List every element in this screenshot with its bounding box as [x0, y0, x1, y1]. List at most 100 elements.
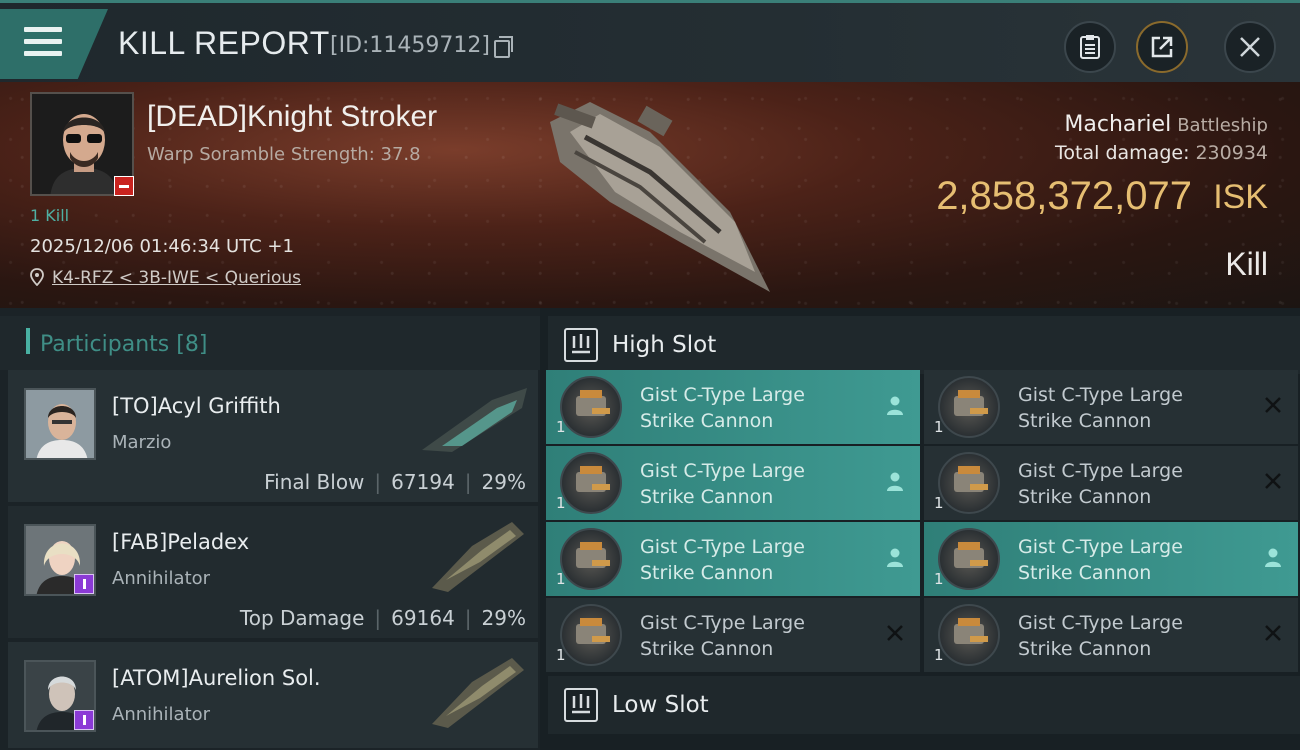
- participant-stats: Final Blow | 67194 | 29%: [264, 470, 526, 494]
- module-card[interactable]: 1 Gist C-Type Large Strike Cannon: [546, 522, 920, 596]
- ship-type: Machariel: [1064, 112, 1172, 137]
- participant-damage: 67194: [391, 470, 455, 494]
- module-card[interactable]: 1 Gist C-Type Large Strike Cannon: [924, 370, 1298, 444]
- clipboard-icon: [1080, 35, 1100, 59]
- copy-icon[interactable]: [494, 36, 513, 58]
- module-card[interactable]: 1 Gist C-Type Large Strike Cannon: [924, 522, 1298, 596]
- cannon-icon: [560, 452, 622, 514]
- participant-row[interactable]: [TO]Acyl Griffith Marzio Final Blow | 6719…: [8, 370, 538, 504]
- participant-ship-image: [422, 388, 527, 452]
- module-name: Gist C-Type Large Strike Cannon: [640, 382, 880, 434]
- location-pin-icon: [30, 268, 44, 286]
- location-link[interactable]: K4-RFZ < 3B-IWE < Querious: [52, 268, 301, 288]
- module-quantity: 1: [934, 418, 944, 436]
- fitting-panel: High Slot 1 Gist C-Type Large Strike Canno…: [540, 308, 1300, 750]
- share-icon: [1151, 36, 1173, 58]
- cannon-icon: [938, 376, 1000, 438]
- module-name: Gist C-Type Large Strike Cannon: [640, 458, 880, 510]
- module-name: Gist C-Type Large Strike Cannon: [1018, 534, 1258, 586]
- module-name-line1: Gist C-Type Large: [640, 384, 805, 406]
- participant-name[interactable]: [FAB]Peladex: [112, 530, 249, 554]
- x-icon: [1262, 470, 1284, 492]
- cannon-icon: [560, 528, 622, 590]
- report-button[interactable]: [1064, 21, 1116, 73]
- module-name-line2: Strike Cannon: [640, 638, 774, 660]
- module-name: Gist C-Type Large Strike Cannon: [1018, 382, 1258, 434]
- participant-percent: 29%: [481, 470, 526, 494]
- victim-name[interactable]: [DEAD]Knight Stroker: [147, 100, 437, 134]
- module-quantity: 1: [934, 646, 944, 664]
- module-card[interactable]: 1 Gist C-Type Large Strike Cannon: [924, 598, 1298, 672]
- module-name-line1: Gist C-Type Large: [640, 460, 805, 482]
- avatar[interactable]: [24, 388, 96, 460]
- participant-ship: Annihilator: [112, 704, 211, 725]
- ship-class: Battleship: [1177, 115, 1268, 136]
- module-name: Gist C-Type Large Strike Cannon: [640, 534, 880, 586]
- module-name: Gist C-Type Large Strike Cannon: [1018, 610, 1258, 662]
- participant-ship-image: [432, 522, 524, 592]
- participants-header: Participants [8]: [0, 316, 540, 370]
- corp-badge: [74, 574, 94, 594]
- participant-name[interactable]: [TO]Acyl Griffith: [112, 394, 281, 418]
- ship-name: Machariel Battleship: [1064, 112, 1268, 137]
- module-name-line2: Strike Cannon: [1018, 486, 1152, 508]
- total-damage-label: Total damage:: [1055, 142, 1190, 164]
- module-name-line2: Strike Cannon: [1018, 638, 1152, 660]
- page-title: KILL REPORT: [118, 25, 330, 61]
- module-name-line2: Strike Cannon: [640, 486, 774, 508]
- module-name-line1: Gist C-Type Large: [640, 536, 805, 558]
- x-icon: [1262, 394, 1284, 416]
- module-card[interactable]: 1 Gist C-Type Large Strike Cannon: [546, 446, 920, 520]
- top-bar: KILL REPORT [ID:11459712]: [0, 0, 1300, 82]
- participant-role: Top Damage: [239, 606, 365, 630]
- share-button[interactable]: [1136, 21, 1188, 73]
- module-card[interactable]: 1 Gist C-Type Large Strike Cannon: [546, 598, 920, 672]
- close-button[interactable]: [1224, 21, 1276, 73]
- participant-ship: Marzio: [112, 432, 172, 453]
- warp-strength: Warp Soramble Strength: 37.8: [147, 144, 421, 165]
- module-card[interactable]: 1 Gist C-Type Large Strike Cannon: [546, 370, 920, 444]
- module-quantity: 1: [556, 646, 566, 664]
- module-quantity: 1: [934, 570, 944, 588]
- low-slot-header[interactable]: Low Slot: [548, 676, 1300, 734]
- module-quantity: 1: [556, 494, 566, 512]
- person-icon: [1262, 546, 1284, 568]
- module-name: Gist C-Type Large Strike Cannon: [640, 610, 880, 662]
- person-icon: [884, 394, 906, 416]
- person-icon: [884, 470, 906, 492]
- module-name-line2: Strike Cannon: [640, 562, 774, 584]
- person-icon: [884, 546, 906, 568]
- participant-role: Final Blow: [264, 470, 365, 494]
- total-damage: Total damage: 230934: [1055, 142, 1268, 164]
- x-icon: [884, 622, 906, 644]
- participant-percent: 29%: [481, 606, 526, 630]
- report-id: [ID:11459712]: [330, 33, 490, 58]
- module-card[interactable]: 1 Gist C-Type Large Strike Cannon: [924, 446, 1298, 520]
- participant-stats: Top Damage | 69164 | 29%: [239, 606, 526, 630]
- module-name-line2: Strike Cannon: [640, 410, 774, 432]
- low-slot-icon: [564, 688, 598, 722]
- isk-value: 2,858,372,077: [936, 174, 1192, 218]
- kill-count: 1 Kill: [30, 206, 70, 225]
- victim-summary: [DEAD]Knight Stroker Warp Soramble Stren…: [0, 82, 1300, 308]
- module-name-line1: Gist C-Type Large: [1018, 536, 1183, 558]
- menu-button[interactable]: [0, 9, 108, 79]
- participant-row[interactable]: [ATOM]Aurelion Sol. Annihilator: [8, 642, 538, 750]
- participant-row[interactable]: [FAB]Peladex Annihilator Top Damage | 6916…: [8, 506, 538, 640]
- module-quantity: 1: [934, 494, 944, 512]
- participant-damage: 69164: [391, 606, 455, 630]
- total-damage-value: 230934: [1195, 142, 1268, 164]
- cannon-icon: [938, 528, 1000, 590]
- hamburger-menu-icon: [24, 27, 62, 63]
- module-name-line1: Gist C-Type Large: [640, 612, 805, 634]
- participant-name[interactable]: [ATOM]Aurelion Sol.: [112, 666, 321, 690]
- module-name-line2: Strike Cannon: [1018, 562, 1152, 584]
- participants-label: Participants: [40, 332, 170, 357]
- participants-count: [8]: [176, 332, 208, 357]
- timestamp: 2025/12/06 01:46:34 UTC +1: [30, 236, 294, 257]
- corp-badge: [74, 710, 94, 730]
- high-slot-header[interactable]: High Slot: [548, 316, 1300, 374]
- cannon-icon: [938, 452, 1000, 514]
- module-name-line1: Gist C-Type Large: [1018, 384, 1183, 406]
- participant-ship-image: [432, 658, 524, 728]
